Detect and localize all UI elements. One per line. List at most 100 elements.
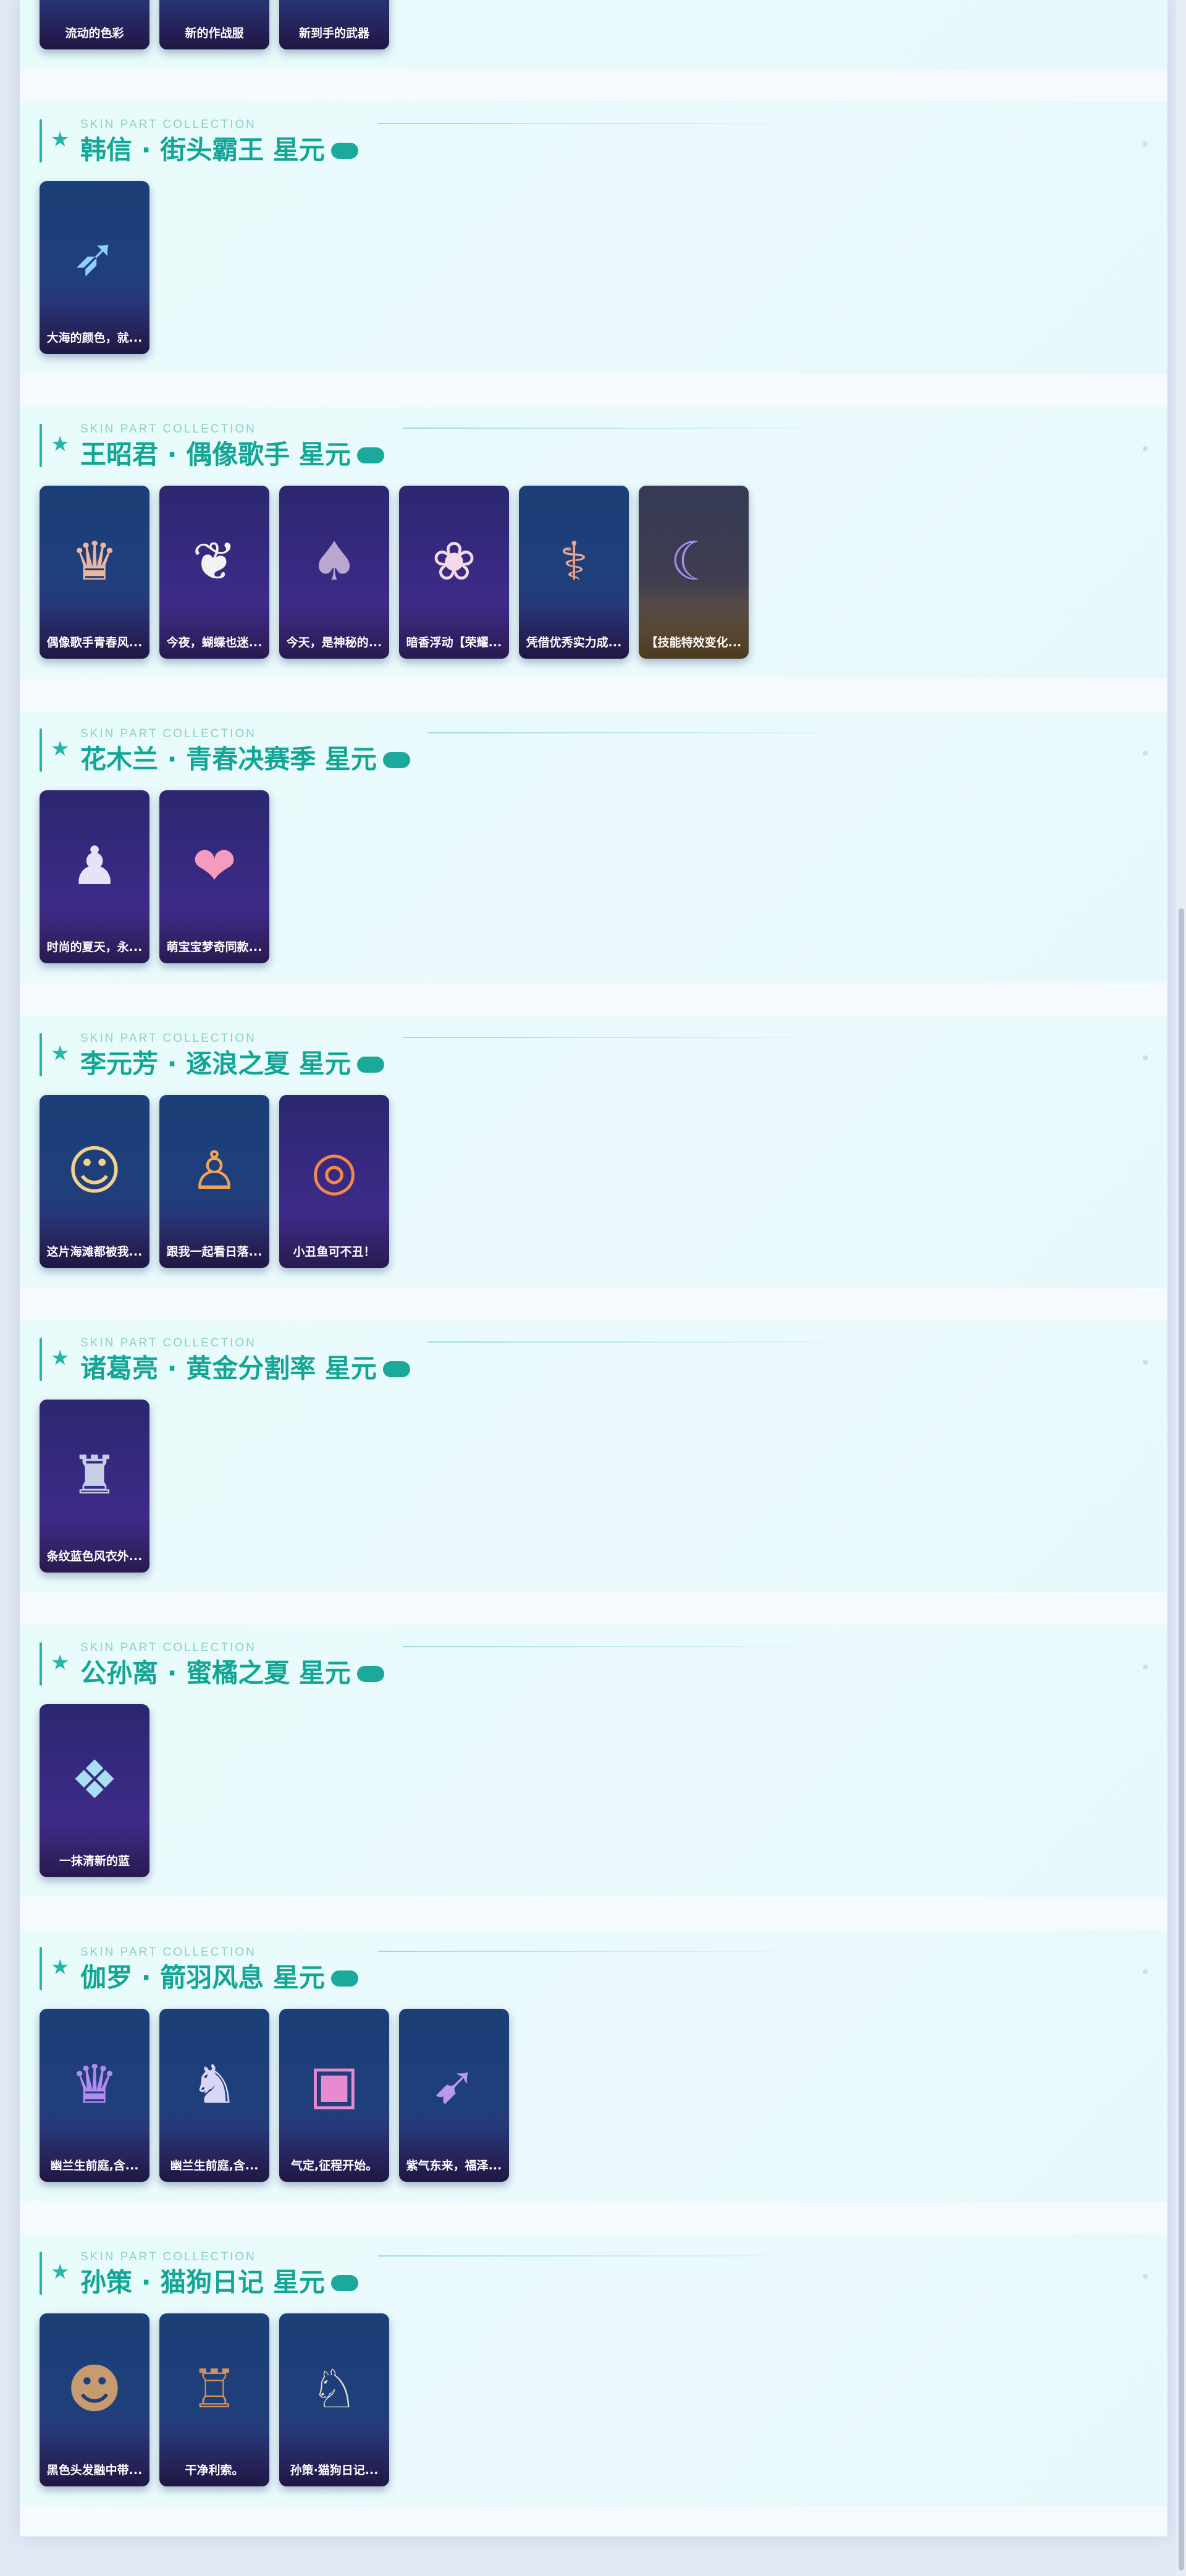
star-icon: ★ (51, 737, 70, 761)
skin-part-card[interactable]: ☺ 这片海滩都被我... (40, 1095, 149, 1268)
staff-icon: ⚕ (559, 531, 589, 593)
badge-pill (382, 1361, 410, 1377)
section-title: 花木兰 · 青春决赛季 星元 (80, 738, 410, 776)
card-caption: 流动的色彩 (65, 27, 124, 40)
star-icon: ★ (51, 2260, 70, 2284)
skin-part-card[interactable]: ♙ 跟我一起看日落... (159, 1095, 269, 1268)
skin-part-card[interactable]: ▣ 气定,征程开始。 (279, 2009, 389, 2182)
skin-section-huamulan: ★ SKIN PART COLLECTION 花木兰 · 青春决赛季 星元 ♟ 时… (20, 711, 1167, 983)
coat-icon: ♜ (70, 1445, 119, 1506)
skin-part-card[interactable]: ➶ 大海的颜色，就... (40, 181, 149, 354)
moon-staff-icon: ☾ (670, 531, 718, 593)
star-icon: ★ (51, 1955, 70, 1980)
hair-icon: ♛ (70, 2054, 119, 2116)
decor-dot (1143, 2274, 1148, 2279)
card-caption: 暗香浮动【荣耀... (406, 636, 502, 649)
divider (403, 428, 798, 429)
decor-dot (1143, 1665, 1148, 1670)
outfit-icon: ❀ (431, 531, 477, 593)
bow-icon: ➹ (431, 2054, 477, 2116)
card-caption: 条纹蓝色风衣外... (46, 1550, 143, 1563)
spear-icon: ➶ (72, 226, 117, 288)
card-caption: 今夜，蝴蝶也迷... (166, 636, 263, 649)
decor-dot (1143, 446, 1148, 451)
skin-part-card[interactable]: ✦新的作战服 (159, 0, 269, 49)
skin-section-jialuo: ★ SKIN PART COLLECTION 伽罗 · 箭羽风息 星元 ♛ 幽兰生… (20, 1930, 1167, 2202)
divider (403, 1646, 798, 1647)
star-icon: ★ (51, 432, 70, 457)
skin-part-card[interactable]: ☻ 黑色头发融中带... (40, 2313, 149, 2486)
skin-part-card[interactable]: ♖ 干净利索。 (159, 2313, 269, 2486)
skin-part-card[interactable]: ✦新到手的武器 (279, 0, 389, 49)
section-title: 诸葛亮 · 黄金分割率 星元 (80, 1348, 410, 1385)
dress-icon: ❖ (70, 1749, 119, 1811)
card-caption: 干净利索。 (185, 2464, 244, 2477)
skin-section-gongsunli: ★ SKIN PART COLLECTION 公孙离 · 蜜橘之夏 星元 ❖ 一抹… (20, 1625, 1167, 1897)
skin-part-card[interactable]: ✦流动的色彩 (40, 0, 149, 49)
card-caption: 萌宝宝梦奇同款... (166, 940, 263, 954)
previous-section: ✦流动的色彩 ✦新的作战服 ✦新到手的武器 (20, 0, 1167, 69)
quiver-icon: ▣ (309, 2054, 360, 2116)
skin-part-card[interactable]: ♘ 孙策·猫狗日记... (279, 2313, 389, 2486)
hair-icon: ♛ (70, 531, 119, 593)
skin-part-card[interactable]: ❤ 萌宝宝梦奇同款... (159, 790, 269, 963)
badge-pill (356, 1056, 384, 1073)
section-title: 韩信 · 街头霸王 星元 (80, 129, 358, 167)
card-caption: 时尚的夏天，永... (46, 940, 143, 954)
skin-part-card[interactable]: ♛ 幽兰生前庭,含... (40, 2009, 149, 2182)
card-caption: 【技能特效变化... (646, 636, 742, 649)
head-icon: ☻ (67, 2359, 122, 2420)
skin-part-card[interactable]: ❀ 暗香浮动【荣耀... (399, 486, 509, 659)
outfit-icon: ♖ (190, 2359, 238, 2420)
skin-part-card[interactable]: ◎ 小丑鱼可不丑！ (279, 1095, 389, 1268)
card-caption: 幽兰生前庭,含... (170, 2159, 259, 2173)
card-caption: 一抹清新的蓝 (59, 1854, 130, 1868)
scrollbar-thumb[interactable] (1179, 908, 1184, 2570)
bunny-icon: ❤ (191, 835, 237, 897)
section-title: 公孙离 · 蜜橘之夏 星元 (80, 1652, 384, 1690)
skin-section-liyuanfang: ★ SKIN PART COLLECTION 李元芳 · 逐浪之夏 星元 ☺ 这片… (20, 1016, 1167, 1288)
star-icon: ★ (51, 1041, 70, 1066)
card-caption: 凭借优秀实力成... (526, 636, 622, 649)
decor-dot (1143, 751, 1148, 756)
star-icon: ★ (51, 1650, 70, 1675)
skin-section-hanxin: ★ SKIN PART COLLECTION 韩信 · 街头霸王 星元 ➶ 大海的… (20, 102, 1167, 374)
card-caption: 偶像歌手青春风... (46, 636, 143, 649)
skin-part-card[interactable]: ♠ 今天，是神秘的... (279, 486, 389, 659)
skin-part-card[interactable]: ♛ 偶像歌手青春风... (40, 486, 149, 659)
collection-page: ✦流动的色彩 ✦新的作战服 ✦新到手的武器 ★ SKIN PART COLLEC… (20, 0, 1167, 2536)
section-title: 王昭君 · 偶像歌手 星元 (80, 434, 384, 471)
outfit-icon: ♟ (70, 835, 119, 897)
divider (427, 1341, 823, 1343)
skin-part-card[interactable]: ❦ 今夜，蝴蝶也迷... (159, 486, 269, 659)
decor-dot (1143, 141, 1148, 146)
card-caption: 孙策·猫狗日记... (290, 2464, 379, 2477)
skin-part-card[interactable]: ❖ 一抹清新的蓝 (40, 1704, 149, 1877)
star-icon: ★ (51, 127, 70, 152)
scrollbar[interactable] (1176, 0, 1186, 2576)
section-title: 孙策 · 猫狗日记 星元 (80, 2261, 358, 2299)
card-caption: 今天，是神秘的... (286, 636, 382, 649)
badge-pill (330, 2274, 358, 2291)
skin-part-card[interactable]: ♞ 幽兰生前庭,含... (159, 2009, 269, 2182)
decor-dot (1143, 1969, 1148, 1974)
divider (378, 2255, 773, 2257)
skin-part-card[interactable]: ♜ 条纹蓝色风衣外... (40, 1400, 149, 1573)
card-caption: 小丑鱼可不丑！ (293, 1245, 376, 1259)
outfit-icon: ♞ (190, 2054, 238, 2116)
mask-icon: ❦ (191, 531, 237, 593)
divider (403, 1037, 798, 1038)
divider (378, 1951, 773, 1952)
card-caption: 这片海滩都被我... (46, 1245, 143, 1259)
divider (378, 123, 773, 124)
skin-part-card[interactable]: ☾ 【技能特效变化... (639, 486, 749, 659)
badge-pill (356, 1665, 384, 1682)
card-caption: 新到手的武器 (298, 27, 369, 40)
dress-icon: ♠ (310, 531, 358, 593)
skin-part-card[interactable]: ♟ 时尚的夏天，永... (40, 790, 149, 963)
float-ring-icon: ◎ (311, 1140, 358, 1202)
badge-pill (356, 447, 384, 463)
skin-part-card[interactable]: ⚕ 凭借优秀实力成... (519, 486, 629, 659)
skin-part-card[interactable]: ➹ 紫气东来，福泽... (399, 2009, 509, 2182)
section-title: 李元芳 · 逐浪之夏 星元 (80, 1043, 384, 1081)
